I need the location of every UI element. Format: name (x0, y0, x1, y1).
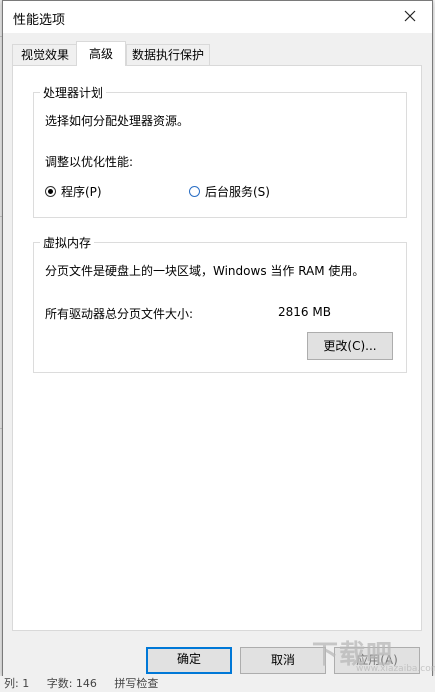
tab-data-execution-prevention[interactable]: 数据执行保护 (126, 44, 210, 65)
ok-button[interactable]: 确定 (146, 647, 232, 674)
advanced-tab-panel: 处理器计划 选择如何分配处理器资源。 调整以优化性能: 程序(P) 后台服务(S… (12, 65, 422, 631)
total-paging-size-value: 2816 MB (278, 305, 331, 319)
processor-scheduling-group: 处理器计划 选择如何分配处理器资源。 调整以优化性能: 程序(P) 后台服务(S… (33, 84, 407, 218)
radio-unselected-icon (189, 186, 200, 197)
dialog-title: 性能选项 (13, 13, 66, 28)
virtual-memory-group: 虚拟内存 分页文件是硬盘上的一块区域，Windows 当作 RAM 使用。 所有… (33, 234, 407, 373)
radio-services-label: 后台服务(S) (205, 185, 270, 199)
virtual-memory-title: 虚拟内存 (40, 234, 95, 251)
cancel-button[interactable]: 取消 (240, 647, 326, 674)
status-spellcheck: 拼写检查 (114, 677, 159, 690)
apply-button[interactable]: 应用(A) (334, 647, 420, 674)
total-paging-size-label: 所有驱动器总分页文件大小: (45, 307, 194, 321)
radio-programs[interactable]: 程序(P) (45, 183, 102, 200)
virtual-memory-description: 分页文件是硬盘上的一块区域，Windows 当作 RAM 使用。 (45, 264, 365, 278)
status-word-count: 字数: 146 (46, 677, 97, 690)
tab-visual-effects[interactable]: 视觉效果 (12, 44, 78, 65)
close-button[interactable] (388, 1, 432, 33)
radio-programs-label: 程序(P) (61, 185, 102, 199)
change-virtual-memory-button[interactable]: 更改(C)... (307, 332, 393, 360)
adjust-label: 调整以优化性能: (45, 155, 134, 169)
performance-options-dialog: 性能选项 视觉效果 高级 数据执行保护 处理器计划 选择如何分配处理器资源。 调… (2, 0, 433, 678)
status-column: 列: 1 (4, 677, 30, 690)
radio-background-services[interactable]: 后台服务(S) (189, 183, 270, 200)
radio-selected-icon (45, 186, 56, 197)
processor-scheduling-title: 处理器计划 (40, 84, 107, 101)
background-status-bar: 列: 1 字数: 146 拼写检查 (0, 676, 435, 692)
tab-advanced[interactable]: 高级 (76, 41, 126, 66)
close-icon (404, 10, 416, 22)
processor-description: 选择如何分配处理器资源。 (45, 114, 190, 128)
title-bar[interactable]: 性能选项 (3, 1, 432, 33)
